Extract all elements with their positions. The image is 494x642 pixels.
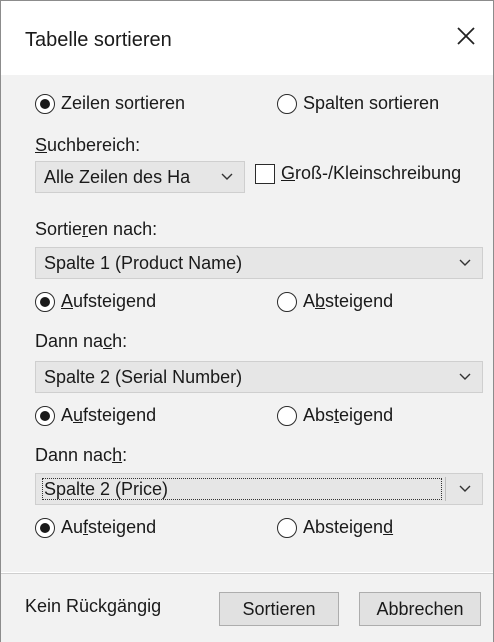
sort-rows-radio[interactable]: Zeilen sortieren bbox=[35, 93, 185, 114]
chevron-down-icon bbox=[459, 259, 471, 266]
descending-label: Absteigend bbox=[303, 405, 394, 425]
close-button[interactable] bbox=[453, 23, 479, 49]
radio-indicator bbox=[277, 291, 297, 312]
radio-indicator bbox=[277, 517, 297, 538]
then-by-2-select[interactable]: Spalte 2 (Price) bbox=[35, 473, 483, 505]
radio-indicator-selected bbox=[35, 93, 55, 114]
search-range-select[interactable]: Alle Zeilen des Ha bbox=[35, 161, 245, 193]
dialog-content: Zeilen sortieren Spalten sortieren Suchb… bbox=[1, 75, 493, 572]
chevron-down-icon bbox=[459, 373, 471, 380]
then-by-1-select[interactable]: Spalte 2 (Serial Number) bbox=[35, 361, 483, 393]
title-bar: Tabelle sortieren bbox=[1, 1, 493, 75]
sort-by-label: Sortieren nach: bbox=[35, 219, 158, 239]
then-by-2-descending-radio[interactable]: Absteigend bbox=[277, 517, 393, 538]
descending-label: Absteigend bbox=[303, 517, 394, 537]
then-by-1-ascending-radio[interactable]: Aufsteigend bbox=[35, 405, 156, 426]
dialog-title: Tabelle sortieren bbox=[25, 29, 172, 51]
chevron-down-icon bbox=[459, 485, 471, 492]
then-by-1-label: Dann nach: bbox=[35, 331, 128, 351]
radio-indicator-selected bbox=[35, 517, 55, 538]
sort-columns-label: Spalten sortieren bbox=[303, 93, 440, 113]
sort-columns-radio[interactable]: Spalten sortieren bbox=[277, 93, 439, 114]
sort-by-select[interactable]: Spalte 1 (Product Name) bbox=[35, 247, 483, 279]
dialog-footer: Kein Rückgängig Sortieren Abbrechen bbox=[1, 573, 493, 642]
search-range-label: Suchbereich: bbox=[35, 135, 141, 155]
focus-outline bbox=[42, 478, 442, 500]
search-range-value: Alle Zeilen des Ha bbox=[44, 166, 191, 187]
radio-indicator-selected bbox=[35, 405, 55, 426]
dropdown-divider bbox=[445, 477, 446, 501]
ascending-label: Aufsteigend bbox=[61, 291, 157, 311]
sort-rows-label: Zeilen sortieren bbox=[61, 93, 186, 113]
no-undo-note: Kein Rückgängig bbox=[25, 596, 162, 616]
descending-label: Absteigend bbox=[303, 291, 394, 311]
then-by-2-ascending-radio[interactable]: Aufsteigend bbox=[35, 517, 156, 538]
sort-by-value: Spalte 1 (Product Name) bbox=[44, 252, 243, 273]
sort-by-ascending-radio[interactable]: Aufsteigend bbox=[35, 291, 156, 312]
then-by-2-label: Dann nach: bbox=[35, 445, 128, 465]
sort-button[interactable]: Sortieren bbox=[219, 592, 339, 626]
case-sensitive-label: Groß-/Kleinschreibung bbox=[281, 163, 462, 183]
radio-indicator-selected bbox=[35, 291, 55, 312]
sort-by-descending-radio[interactable]: Absteigend bbox=[277, 291, 393, 312]
sort-table-dialog: Tabelle sortieren Zeilen sortieren Spalt… bbox=[0, 0, 494, 642]
case-sensitive-checkbox[interactable]: Groß-/Kleinschreibung bbox=[255, 163, 461, 184]
radio-indicator bbox=[277, 405, 297, 426]
ascending-label: Aufsteigend bbox=[61, 405, 157, 425]
then-by-1-descending-radio[interactable]: Absteigend bbox=[277, 405, 393, 426]
then-by-1-value: Spalte 2 (Serial Number) bbox=[44, 366, 243, 387]
checkbox-indicator bbox=[255, 163, 275, 184]
cancel-button[interactable]: Abbrechen bbox=[359, 592, 481, 626]
chevron-down-icon bbox=[221, 173, 233, 180]
radio-indicator bbox=[277, 93, 297, 114]
ascending-label: Aufsteigend bbox=[61, 517, 157, 537]
close-icon bbox=[457, 27, 475, 45]
